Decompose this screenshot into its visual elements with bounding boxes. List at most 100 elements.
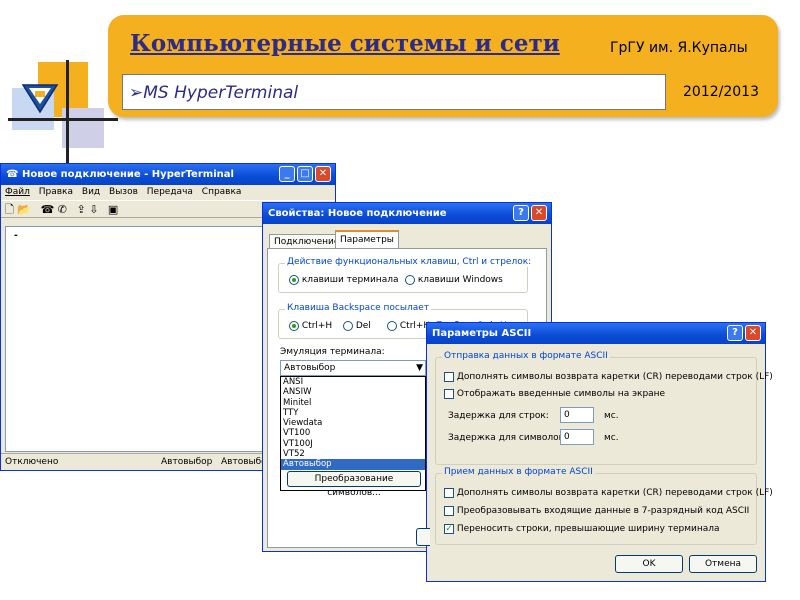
open-icon[interactable]: 📂 [17, 203, 31, 216]
emulation-option-ansiw[interactable]: ANSIW [281, 387, 425, 397]
emulation-select[interactable]: Автовыбор ▼ [280, 360, 426, 376]
recv-7bit-label: Преобразовывать входящие данные в 7-разр… [456, 506, 750, 516]
ascii-close-button[interactable]: ✕ [745, 325, 761, 341]
menu-edit[interactable]: Правка [39, 187, 73, 197]
emulation-option-viewdata[interactable]: Viewdata [281, 418, 425, 428]
menu-call[interactable]: Вызов [109, 187, 138, 197]
menu-view[interactable]: Вид [82, 187, 100, 197]
checkbox-icon [444, 506, 454, 516]
radio-icon [289, 321, 299, 331]
emulation-dropdown-list: ANSI ANSIW Minitel TTY Viewdata VT100 VT… [280, 376, 426, 498]
radio-icon [289, 275, 299, 285]
terminal-cursor: - [14, 231, 18, 241]
tab-connection[interactable]: Подключение [269, 234, 345, 249]
receive-icon[interactable]: ⇩ [89, 203, 98, 216]
university-name: ГрГУ им. Я.Купалы [610, 40, 748, 56]
radio-windows-keys[interactable]: клавиши Windows [405, 275, 503, 286]
chevron-down-icon[interactable]: ▼ [416, 361, 423, 375]
radio-icon [405, 275, 415, 285]
minimize-button[interactable]: _ [279, 166, 295, 182]
status-emulation: Автовыбор [161, 457, 213, 467]
send-icon[interactable]: ⇪ [76, 203, 85, 216]
slide-subtitle: ➢MS HyperTerminal [129, 83, 298, 103]
fkeys-group-label: Действие функциональных клавиш, Ctrl и с… [285, 257, 534, 267]
slide-title: Компьютерные системы и сети [130, 30, 560, 57]
radio-terminal-keys[interactable]: клавиши терминала [289, 275, 398, 286]
ascii-dialog: Параметры ASCII ? ✕ Отправка данных в фо… [426, 322, 773, 582]
tab-settings[interactable]: Параметры [335, 230, 399, 248]
ascii-help-button[interactable]: ? [727, 325, 743, 341]
radio-del-label: Del [355, 321, 371, 331]
properties-title: Свойства: Новое подключение [268, 208, 447, 219]
line-delay-label: Задержка для строк: [448, 411, 549, 421]
checkbox-icon [444, 389, 454, 399]
hyperterminal-titlebar: ☎ Новое подключение - HyperTerminal _ □ … [1, 164, 335, 185]
university-logo-icon [20, 82, 60, 114]
char-translation-button[interactable]: Преобразование символов... [287, 471, 421, 498]
recv-wrap-checkbox[interactable]: ✓ Переносить строки, превышающие ширину … [444, 524, 720, 535]
ok-button[interactable]: OK [615, 555, 683, 573]
arrow-bullet-icon: ➢ [129, 83, 144, 103]
radio-terminal-label: клавиши терминала [301, 275, 399, 285]
receive-group-label: Прием данных в формате ASCII [442, 467, 595, 477]
emulation-option-tty[interactable]: TTY [281, 408, 425, 418]
send-append-lf-label: Дополнять символы возврата каретки (CR) … [456, 372, 773, 382]
checkbox-icon [444, 488, 454, 498]
char-delay-label: Задержка для символов: [448, 433, 567, 443]
send-group-label: Отправка данных в формате ASCII [442, 351, 610, 361]
emulation-option-vt52[interactable]: VT52 [281, 449, 425, 459]
subtitle-box: ➢MS HyperTerminal [122, 74, 666, 110]
ascii-titlebar: Параметры ASCII ? ✕ [427, 323, 765, 344]
emulation-option-vt100[interactable]: VT100 [281, 428, 425, 438]
cancel-button[interactable]: Отмена [689, 555, 757, 573]
help-button[interactable]: ? [513, 205, 529, 221]
emulation-value: Автовыбор [284, 363, 336, 373]
properties-icon[interactable]: ▣ [108, 203, 118, 216]
recv-append-lf-checkbox[interactable]: Дополнять символы возврата каретки (CR) … [444, 488, 773, 499]
recv-wrap-label: Переносить строки, превышающие ширину те… [456, 524, 720, 534]
char-delay-input[interactable]: 0 [560, 429, 594, 445]
receive-group: Прием данных в формате ASCII Дополнять с… [435, 467, 773, 545]
connect-icon[interactable]: ☎ [41, 203, 55, 216]
checkmark-icon: ✓ [444, 524, 454, 534]
recv-append-lf-label: Дополнять символы возврата каретки (CR) … [456, 488, 773, 498]
properties-ok-button[interactable] [416, 528, 430, 546]
subtitle-text: MS HyperTerminal [143, 83, 299, 103]
send-echo-label: Отображать введенные символы на экране [456, 389, 666, 399]
menu-help[interactable]: Справка [202, 187, 242, 197]
academic-year: 2012/2013 [683, 84, 759, 100]
disconnect-icon[interactable]: ✆ [58, 203, 67, 216]
line-delay-input[interactable]: 0 [560, 407, 594, 423]
status-connection: Отключено [5, 457, 59, 467]
send-group: Отправка данных в формате ASCII Дополнят… [435, 351, 773, 465]
hyperterminal-title: Новое подключение - HyperTerminal [21, 169, 234, 180]
radio-icon [343, 321, 353, 331]
recv-7bit-checkbox[interactable]: Преобразовывать входящие данные в 7-разр… [444, 506, 749, 517]
emulation-option-auto[interactable]: Автовыбор [281, 459, 425, 470]
checkbox-icon [444, 372, 454, 382]
emulation-option-vt100j[interactable]: VT100J [281, 439, 425, 449]
phone-icon: ☎ [6, 169, 19, 180]
radio-windows-label: клавиши Windows [417, 275, 503, 285]
send-append-lf-checkbox[interactable]: Дополнять символы возврата каретки (CR) … [444, 372, 773, 383]
menu-file[interactable]: Файл [5, 187, 30, 197]
char-delay-unit: мс. [604, 433, 619, 443]
fkeys-group: Действие функциональных клавиш, Ctrl и с… [278, 257, 534, 293]
maximize-button[interactable]: □ [297, 166, 313, 182]
decor-line-horizontal [8, 118, 118, 121]
ascii-title: Параметры ASCII [432, 328, 532, 339]
close-button[interactable]: ✕ [315, 166, 331, 182]
emulation-option-ansi[interactable]: ANSI [281, 377, 425, 387]
radio-ctrl-h-label: Ctrl+H [301, 321, 333, 331]
menu-transfer[interactable]: Передача [147, 187, 193, 197]
decor-line-vertical [66, 60, 69, 170]
radio-icon [387, 321, 397, 331]
emulation-label: Эмуляция терминала: [280, 347, 385, 357]
radio-ctrl-h[interactable]: Ctrl+H [289, 321, 332, 332]
line-delay-unit: мс. [604, 411, 619, 421]
new-icon[interactable]: 🗋 [5, 203, 14, 216]
radio-del[interactable]: Del [343, 321, 371, 332]
properties-close-button[interactable]: ✕ [531, 205, 547, 221]
emulation-option-minitel[interactable]: Minitel [281, 398, 425, 408]
send-echo-checkbox[interactable]: Отображать введенные символы на экране [444, 389, 665, 400]
